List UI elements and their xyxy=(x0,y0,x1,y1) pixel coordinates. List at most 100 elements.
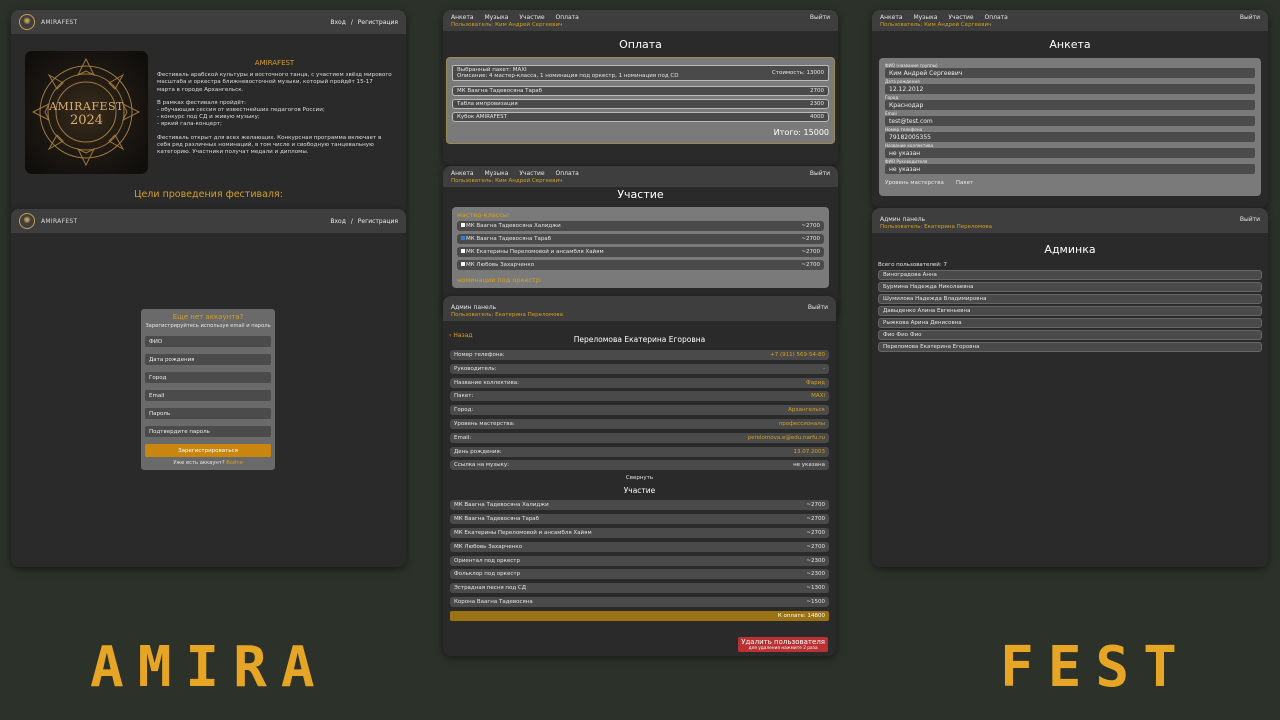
current-user: Пользователь: Екатерина Переломова xyxy=(451,312,564,318)
register-header: ✺ AMIRAFEST Вход / Регистрация xyxy=(11,209,406,233)
row-value: ~2700 xyxy=(806,529,825,536)
profile-field-input[interactable]: Ким Андрей Сергеевич xyxy=(885,68,1255,78)
open-text: Фестиваль открыт для всех желающих. Конк… xyxy=(157,134,382,156)
birthdate-field[interactable]: Дата рождения xyxy=(145,354,271,365)
nav-music[interactable]: Музыка xyxy=(913,14,937,21)
footer-word-right: FEST xyxy=(1000,635,1191,700)
row-label: Корона Ваагна Тадевосяна xyxy=(454,598,533,605)
participation-item[interactable]: МК Любовь Захарченко ~2700 xyxy=(457,260,824,270)
nav-participation[interactable]: Участие xyxy=(519,170,544,177)
logout-link[interactable]: Выйти xyxy=(1240,14,1260,21)
detail-row: Название коллектива: Фарид xyxy=(450,377,829,388)
logo-icon[interactable]: ✺ xyxy=(19,14,35,30)
nav-payment[interactable]: Оплата xyxy=(556,170,579,177)
profile-field-input[interactable]: test@test.com xyxy=(885,116,1255,126)
nav-participation[interactable]: Участие xyxy=(948,14,973,21)
current-user: Пользователь: Ким Андрей Сергеевич xyxy=(880,22,992,28)
password-field[interactable]: Пароль xyxy=(145,408,271,419)
detail-items: МК Ваагна Тадевосяна Халиджи ~2700 МК Вааг… xyxy=(443,500,836,607)
profile-field-input[interactable]: не указан xyxy=(885,164,1255,174)
participation-row: Фольклор под оркестр ~2300 xyxy=(450,569,829,580)
city-field[interactable]: Город xyxy=(145,372,271,383)
user-list-item[interactable]: Переломова Екатерина Егоровна xyxy=(878,342,1262,352)
logout-link[interactable]: Выйти xyxy=(810,14,830,21)
profile-field-input[interactable]: 12.12.2012 xyxy=(885,84,1255,94)
nav-profile[interactable]: Анкета xyxy=(451,170,474,177)
profile-field-input[interactable]: Краснодар xyxy=(885,100,1255,110)
festival-poster: AMIRAFEST 2024 xyxy=(25,51,148,174)
nav-payment[interactable]: Оплата xyxy=(556,14,579,21)
checkbox[interactable] xyxy=(461,262,465,266)
logout-link[interactable]: Выйти xyxy=(1240,216,1260,223)
nav-participation[interactable]: Участие xyxy=(519,14,544,21)
register-submit-button[interactable]: Зарегистрироваться xyxy=(145,444,271,457)
nav-profile[interactable]: Анкета xyxy=(451,14,474,21)
nav-music[interactable]: Музыка xyxy=(484,14,508,21)
detail-rows: Номер телефона: +7 (911) 569-54-80 Руковод… xyxy=(443,350,836,471)
row-value: perelomova.e@edu.narfu.ru xyxy=(747,434,825,441)
checkbox[interactable] xyxy=(461,223,465,227)
confirm-password-field[interactable]: Подтвердите пароль xyxy=(145,426,271,437)
page-title: Участие xyxy=(617,188,664,201)
row-value: +7 (911) 569-54-80 xyxy=(770,352,825,358)
profile-fields: ФИО (название группы) Ким Андрей Сергееви… xyxy=(885,63,1255,174)
delete-user-button[interactable]: Удалить пользователя для удаления нажмит… xyxy=(738,637,828,652)
row-label: Email: xyxy=(454,434,472,441)
payment-item: Табла импровизация 2300 xyxy=(452,99,829,109)
landing-heading: AMIRAFEST xyxy=(254,59,295,67)
payment-summary: Выбранный пакет: MAXI Описание: 4 мастер… xyxy=(446,57,835,144)
checkbox-checked[interactable] xyxy=(461,236,465,240)
item-price: 2300 xyxy=(810,101,824,107)
participation-row: МК Екатерины Переломовой и ансамбля Хайя… xyxy=(450,527,829,538)
register-link[interactable]: Регистрация xyxy=(358,19,398,26)
detail-row: Уровень мастерства: профессионалы xyxy=(450,418,829,429)
logo-icon[interactable]: ✺ xyxy=(19,213,35,229)
landing-header: ✺ AMIRAFEST Вход / Регистрация xyxy=(11,10,406,34)
login-link[interactable]: Войти xyxy=(226,460,243,466)
user-list-item[interactable]: Виноградова Анна xyxy=(878,270,1262,280)
checkbox[interactable] xyxy=(461,249,465,253)
payment-item: МК Ваагна Тадевосяна Тараб 2700 xyxy=(452,86,829,96)
nav-music[interactable]: Музыка xyxy=(484,170,508,177)
login-link[interactable]: Вход xyxy=(330,218,346,225)
row-label: Номер телефона: xyxy=(454,352,505,358)
participation-item[interactable]: МК Ваагна Тадевосяна Тараб ~2700 xyxy=(457,234,824,244)
page-title: Админка xyxy=(1044,243,1096,256)
payment-header: Анкета Музыка Участие Оплата Выйти Польз… xyxy=(443,10,838,31)
email-field[interactable]: Email xyxy=(145,390,271,401)
register-link[interactable]: Регистрация xyxy=(358,218,398,225)
user-list-item[interactable]: Рыжкова Арина Денисовна xyxy=(878,318,1262,328)
participation-item[interactable]: МК Ваагна Тадевосяна Халиджи ~2700 xyxy=(457,221,824,231)
profile-form: ФИО (название группы) Ким Андрей Сергееви… xyxy=(879,58,1261,196)
row-label: МК Екатерины Переломовой и ансамбля Хайя… xyxy=(454,529,592,536)
logout-link[interactable]: Выйти xyxy=(808,304,828,311)
nav-profile[interactable]: Анкета xyxy=(880,14,903,21)
fullname-field[interactable]: ФИО xyxy=(145,336,271,347)
level-label: Уровень мастерства xyxy=(885,180,944,186)
participation-item[interactable]: МК Екатерины Переломовой и ансамбля Хайя… xyxy=(457,247,824,257)
row-value: MAXI xyxy=(811,393,825,400)
footer-word-left: AMIRA xyxy=(90,635,329,700)
group-orchestra: номинации под оркестр: xyxy=(457,276,543,284)
nav-admin-panel[interactable]: Админ панель xyxy=(451,304,496,311)
nav-admin-panel[interactable]: Админ панель xyxy=(880,216,925,223)
profile-field-input[interactable]: 79182005355 xyxy=(885,132,1255,142)
brand-label: AMIRAFEST xyxy=(41,217,78,225)
nav-payment[interactable]: Оплата xyxy=(985,14,1008,21)
user-list-item[interactable]: Шумилова Надежда Владимировна xyxy=(878,294,1262,304)
row-label: Ссылка на музыку: xyxy=(454,462,509,469)
user-list-item[interactable]: Фио Фио Фио xyxy=(878,330,1262,340)
logout-link[interactable]: Выйти xyxy=(810,170,830,177)
group-masterclasses: мастер-классы: xyxy=(457,211,511,219)
profile-field-input[interactable]: не указан xyxy=(885,148,1255,158)
collapse-link[interactable]: Свернуть xyxy=(443,475,836,481)
login-link[interactable]: Вход xyxy=(330,19,346,26)
row-value: - xyxy=(823,365,825,372)
participation-row: Эстрадная песня под СД ~1300 xyxy=(450,583,829,594)
user-list-item[interactable]: Бурмина Надежда Николаевна xyxy=(878,282,1262,292)
detail-row: Руководитель: - xyxy=(450,363,829,374)
user-list-item[interactable]: Давыденко Алина Евгеньевна xyxy=(878,306,1262,316)
poster-title: AMIRAFEST xyxy=(49,100,124,113)
user-name: Бурмина Надежда Николаевна xyxy=(883,284,974,290)
row-label: Пакет: xyxy=(454,393,474,400)
